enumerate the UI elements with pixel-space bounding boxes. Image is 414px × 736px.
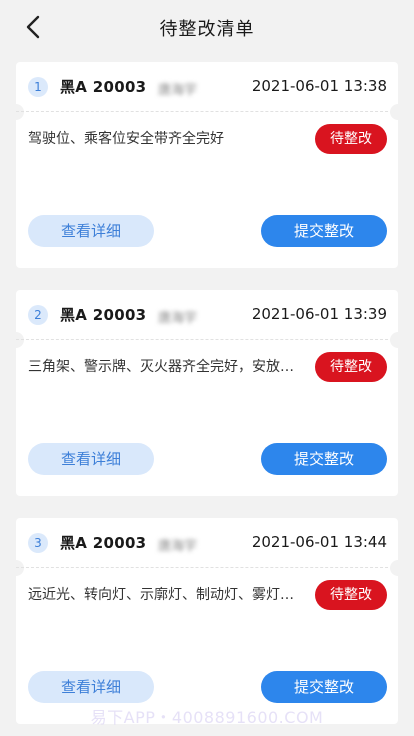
submit-rectification-button[interactable]: 提交整改: [261, 671, 387, 703]
index-badge: 1: [28, 77, 48, 97]
index-badge: 3: [28, 533, 48, 553]
index-badge: 2: [28, 305, 48, 325]
status-badge: 待整改: [315, 580, 387, 610]
timestamp: 2021-06-01 13:39: [251, 305, 387, 323]
driver-name: 唐海宇: [158, 311, 198, 326]
view-detail-button[interactable]: 查看详细: [28, 671, 154, 703]
card-header: 1 黑A 20003 唐海宇 2021-06-01 13:38: [16, 62, 398, 112]
page-title: 待整改清单: [159, 19, 255, 40]
card-header: 3 黑A 20003 唐海宇 2021-06-01 13:44: [16, 518, 398, 568]
driver-name: 唐海宇: [158, 539, 198, 554]
plate-number: 黑A 20003: [60, 78, 147, 96]
rectification-card: 3 黑A 20003 唐海宇 2021-06-01 13:44 远近光、转向灯、…: [8, 518, 406, 724]
item-description: 远近光、转向灯、示廓灯、制动灯、雾灯…: [28, 587, 294, 603]
watermark: 易下APP・4008891600.COM: [90, 708, 324, 727]
submit-rectification-button[interactable]: 提交整改: [261, 215, 387, 247]
driver-name: 唐海宇: [158, 83, 198, 98]
timestamp: 2021-06-01 13:38: [251, 77, 387, 95]
rectification-card: 2 黑A 20003 唐海宇 2021-06-01 13:39 三角架、警示牌、…: [8, 290, 406, 496]
timestamp: 2021-06-01 13:44: [251, 533, 387, 551]
page: 待整改清单 1 黑A 20003 唐海宇 2021-06-01 13:38 驾驶…: [0, 0, 414, 736]
plate-number: 黑A 20003: [60, 534, 147, 552]
rectification-card: 1 黑A 20003 唐海宇 2021-06-01 13:38 驾驶位、乘客位安…: [8, 62, 406, 268]
status-badge: 待整改: [315, 124, 387, 154]
view-detail-button[interactable]: 查看详细: [28, 443, 154, 475]
status-badge: 待整改: [315, 352, 387, 382]
item-description: 三角架、警示牌、灭火器齐全完好，安放…: [28, 359, 294, 375]
view-detail-button[interactable]: 查看详细: [28, 215, 154, 247]
card-header: 2 黑A 20003 唐海宇 2021-06-01 13:39: [16, 290, 398, 340]
plate-number: 黑A 20003: [60, 306, 147, 324]
item-description: 驾驶位、乘客位安全带齐全完好: [28, 131, 224, 147]
submit-rectification-button[interactable]: 提交整改: [261, 443, 387, 475]
nav-header: 待整改清单: [0, 0, 414, 54]
